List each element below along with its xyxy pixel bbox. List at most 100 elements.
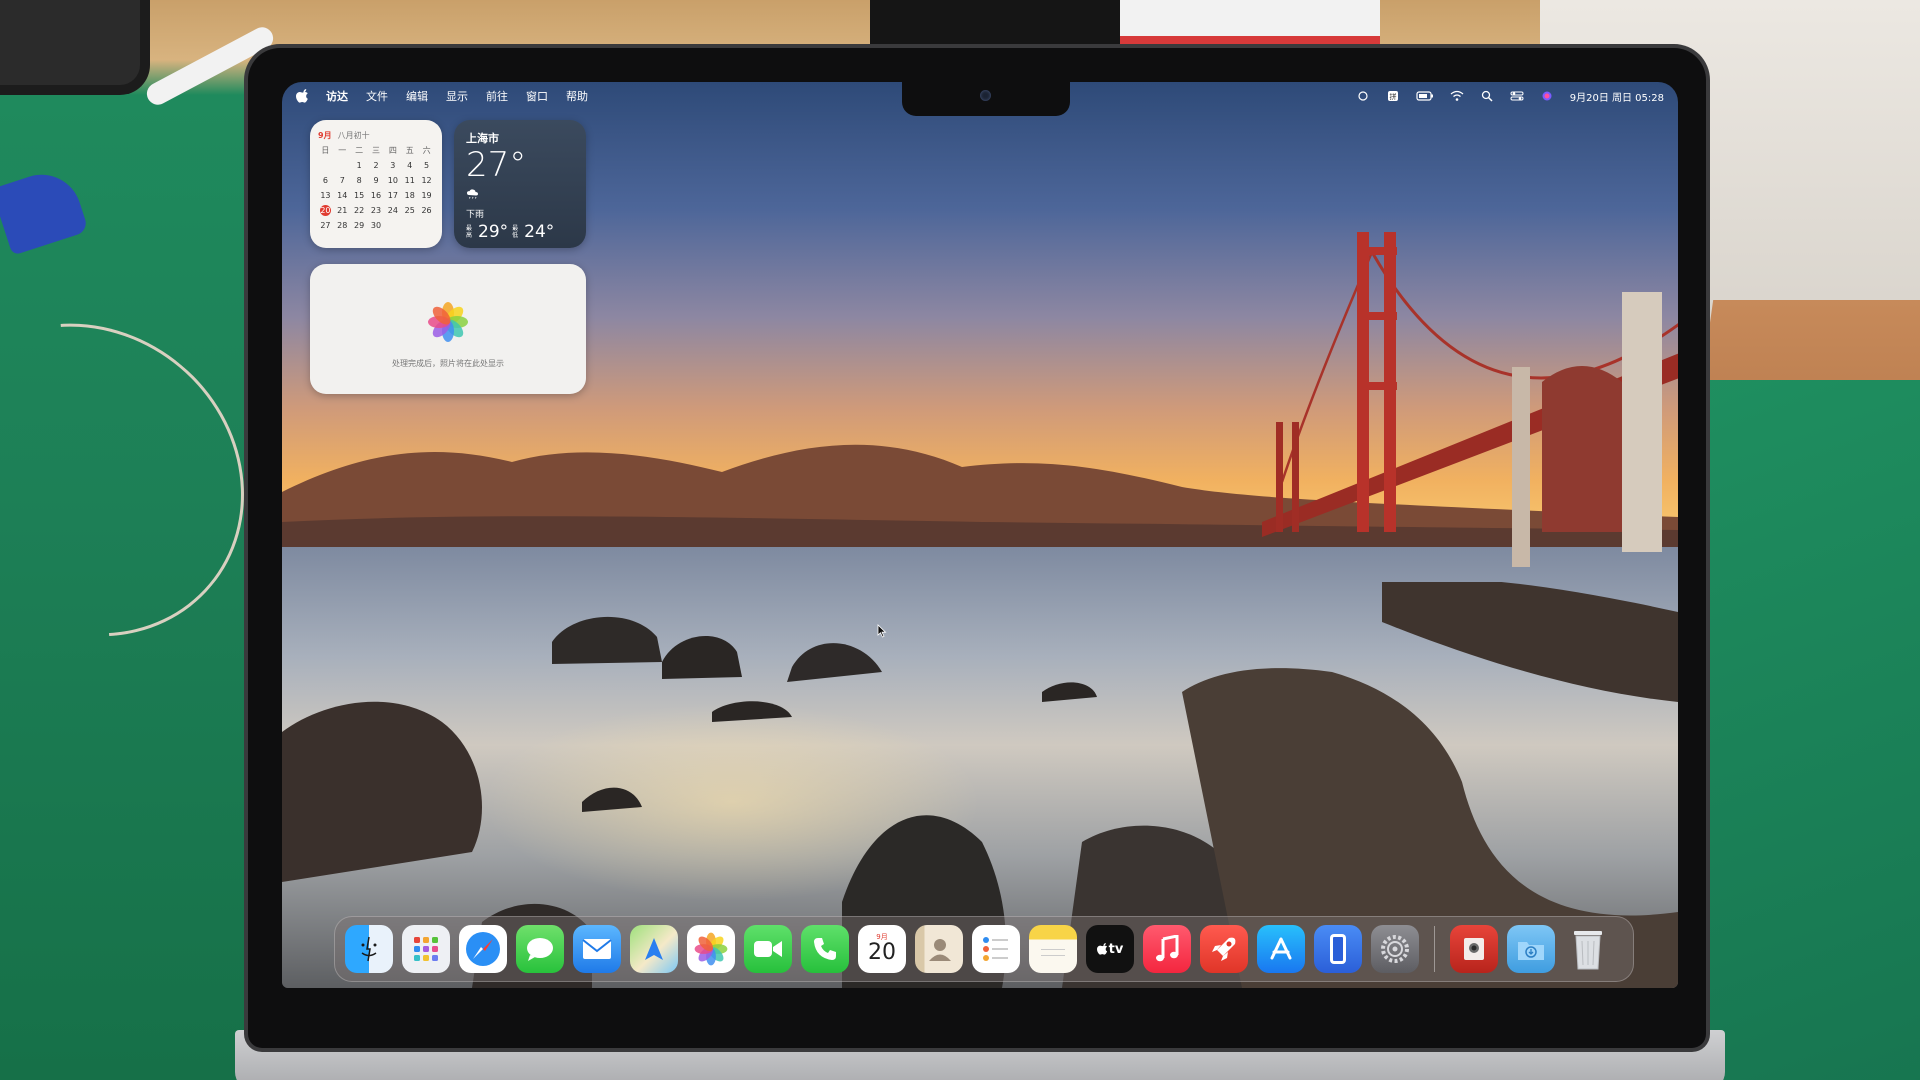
camera-icon — [980, 90, 991, 101]
input-method-icon[interactable]: 拼 — [1386, 90, 1400, 102]
calendar-day — [402, 220, 417, 231]
photo-scene: 访达 文件 编辑 显示 前往 窗口 帮助 拼 9月20日 周日 05:28 9月 — [0, 0, 1920, 1080]
calendar-day[interactable]: 25 — [402, 205, 417, 216]
calendar-day[interactable]: 27 — [318, 220, 333, 231]
calendar-month: 9月 — [318, 131, 332, 140]
weather-low: 24° — [524, 222, 555, 242]
calendar-day[interactable]: 29 — [352, 220, 367, 231]
calendar-weekday: 三 — [371, 146, 380, 155]
rain-cloud-icon — [467, 189, 478, 199]
calendar-day[interactable]: 22 — [352, 205, 367, 216]
calendar-day[interactable]: 8 — [352, 175, 367, 186]
chair — [0, 0, 150, 95]
mouse-pointer-icon — [877, 624, 887, 638]
calendar-lunar-date: 八月初十 — [337, 131, 370, 140]
calendar-day[interactable]: 24 — [385, 205, 400, 216]
reminders-icon[interactable] — [972, 925, 1020, 973]
tv-apple-icon — [1096, 943, 1107, 955]
calendar-day[interactable]: 15 — [352, 190, 367, 201]
control-center-icon[interactable] — [1510, 90, 1524, 102]
calendar-weekday: 五 — [405, 146, 414, 155]
calendar-day[interactable]: 10 — [385, 175, 400, 186]
photos-flower-icon — [428, 302, 468, 342]
messages-icon[interactable] — [516, 925, 564, 973]
calendar-weekday: 一 — [338, 146, 347, 155]
calendar-day[interactable]: 6 — [318, 175, 333, 186]
weather-low-label: 最低 — [512, 225, 519, 239]
menu-go[interactable]: 前往 — [486, 88, 508, 104]
calendar-day[interactable]: 13 — [318, 190, 333, 201]
app-store-icon[interactable] — [1257, 925, 1305, 973]
calendar-day — [318, 160, 333, 171]
calendar-day — [335, 160, 350, 171]
camera-notch — [902, 82, 1070, 116]
menu-app-name[interactable]: 访达 — [326, 88, 348, 104]
calendar-day[interactable]: 5 — [419, 160, 434, 171]
facetime-icon[interactable] — [744, 925, 792, 973]
menu-edit[interactable]: 编辑 — [406, 88, 428, 104]
trash-icon[interactable] — [1564, 925, 1612, 973]
calendar-weekday: 四 — [388, 146, 397, 155]
calendar-widget[interactable]: 9月 八月初十 日一二三四五六 1 2 3 4 5 6 7 8 9 10 11 12 13 14 15 16 17… — [310, 120, 442, 248]
calendar-day[interactable]: 11 — [402, 175, 417, 186]
launchpad-icon[interactable] — [402, 925, 450, 973]
apple-logo-icon[interactable] — [296, 89, 310, 103]
calendar-day[interactable]: 19 — [419, 190, 434, 201]
calendar-day[interactable]: 21 — [335, 205, 350, 216]
tv-icon[interactable]: tv — [1086, 925, 1134, 973]
menu-window[interactable]: 窗口 — [526, 88, 548, 104]
weather-high-low: 最高 29° 最低 24° — [466, 222, 574, 242]
mail-icon[interactable] — [573, 925, 621, 973]
spotlight-search-icon[interactable] — [1480, 90, 1494, 102]
calendar-day[interactable]: 2 — [369, 160, 384, 171]
calendar-day[interactable]: 18 — [402, 190, 417, 201]
status-menu: 拼 9月20日 周日 05:28 — [1356, 82, 1664, 110]
screen-mirroring-icon[interactable] — [1356, 90, 1370, 102]
calendar-day[interactable]: 4 — [402, 160, 417, 171]
finder-icon[interactable] — [345, 925, 393, 973]
calendar-icon[interactable]: 9月 20 — [858, 925, 906, 973]
calendar-day[interactable]: 12 — [419, 175, 434, 186]
dock-calendar-day: 20 — [868, 940, 896, 965]
wifi-icon[interactable] — [1450, 90, 1464, 102]
calendar-day[interactable]: 1 — [352, 160, 367, 171]
calendar-day[interactable]: 7 — [335, 175, 350, 186]
contacts-icon[interactable] — [915, 925, 963, 973]
calendar-day[interactable]: 30 — [369, 220, 384, 231]
calendar-day[interactable]: 23 — [369, 205, 384, 216]
calendar-day[interactable]: 16 — [369, 190, 384, 201]
photo-booth-icon[interactable] — [1450, 925, 1498, 973]
calendar-day[interactable]: 9 — [369, 175, 384, 186]
phone-icon[interactable] — [801, 925, 849, 973]
system-settings-icon[interactable] — [1371, 925, 1419, 973]
calendar-day[interactable]: 20 — [319, 205, 331, 216]
calendar-day[interactable]: 26 — [419, 205, 434, 216]
notes-icon[interactable] — [1029, 925, 1077, 973]
siri-icon[interactable] — [1540, 90, 1554, 102]
rocket-icon[interactable] — [1200, 925, 1248, 973]
safari-icon[interactable] — [459, 925, 507, 973]
calendar-weekday: 日 — [321, 146, 330, 155]
simulator-icon[interactable] — [1314, 925, 1362, 973]
weather-widget[interactable]: 上海市 27° 下雨 最高 29° 最低 24° — [454, 120, 586, 248]
photos-widget-message: 处理完成后，照片将在此处显示 — [392, 359, 504, 368]
dock: 9月 20 tv — [334, 916, 1634, 982]
downloads-folder-icon[interactable] — [1507, 925, 1555, 973]
calendar-day[interactable]: 17 — [385, 190, 400, 201]
photos-widget[interactable]: 处理完成后，照片将在此处显示 — [310, 264, 586, 394]
calendar-day[interactable]: 28 — [335, 220, 350, 231]
menu-help[interactable]: 帮助 — [566, 88, 588, 104]
menu-view[interactable]: 显示 — [446, 88, 468, 104]
calendar-day — [385, 220, 400, 231]
maps-icon[interactable] — [630, 925, 678, 973]
menubar-clock[interactable]: 9月20日 周日 05:28 — [1570, 89, 1664, 104]
music-icon[interactable] — [1143, 925, 1191, 973]
macos-desktop: 访达 文件 编辑 显示 前往 窗口 帮助 拼 9月20日 周日 05:28 9月 — [282, 82, 1678, 988]
weather-high: 29° — [478, 222, 509, 242]
calendar-day[interactable]: 14 — [335, 190, 350, 201]
menu-file[interactable]: 文件 — [366, 88, 388, 104]
photos-icon[interactable] — [687, 925, 735, 973]
tv-label: tv — [1108, 941, 1124, 957]
calendar-day[interactable]: 3 — [385, 160, 400, 171]
battery-icon[interactable] — [1416, 90, 1434, 102]
